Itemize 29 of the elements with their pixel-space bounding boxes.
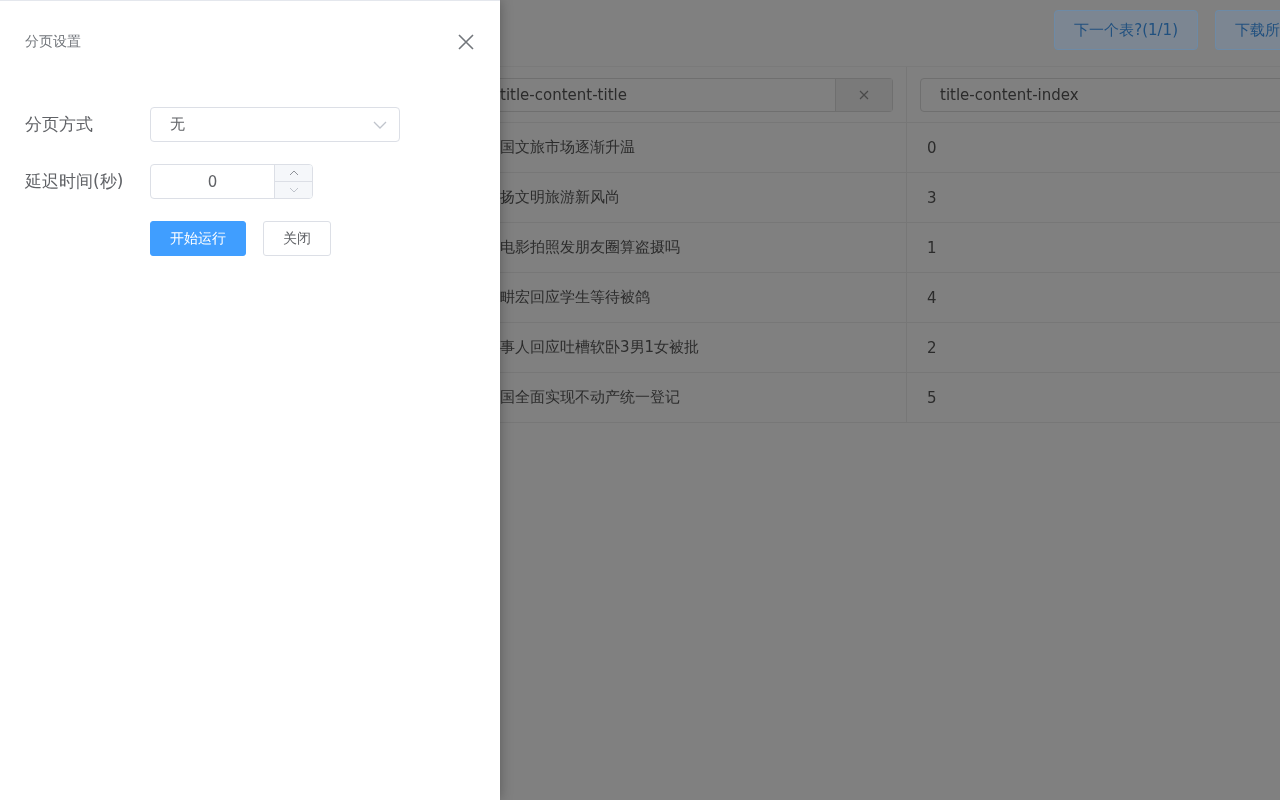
run-button[interactable]: 开始运行 xyxy=(150,221,246,256)
chevron-down-icon xyxy=(288,187,299,193)
column-input[interactable]: title-content-title xyxy=(500,77,893,112)
table-cell: 电影拍照发朋友圈算盗摄吗 xyxy=(500,223,906,273)
table-cell: 2 xyxy=(906,323,1280,373)
field-label: 分页方式 xyxy=(25,113,94,136)
select-field[interactable]: 无 xyxy=(150,107,400,142)
table-cell: 国文旅市场逐渐升温 xyxy=(500,123,906,173)
clear-button[interactable] xyxy=(835,78,892,111)
drawer-title: 分页设置 xyxy=(25,33,81,51)
table-cell: 0 xyxy=(906,123,1280,173)
close-icon xyxy=(859,89,869,100)
table-cell: 扬文明旅游新风尚 xyxy=(500,173,906,223)
toolbar-button[interactable]: 下载所 xyxy=(1215,10,1280,50)
chevron-down-icon xyxy=(373,120,387,129)
chevron-up-icon xyxy=(288,170,299,176)
table-cell: 3 xyxy=(906,173,1280,223)
number-input[interactable]: 0 xyxy=(150,164,313,199)
table-cell: 国全面实现不动产统一登记 xyxy=(500,373,906,423)
column-input[interactable]: title-content-index xyxy=(920,77,1280,112)
table-cell: 5 xyxy=(906,373,1280,423)
toolbar-button[interactable]: 下一个表?(1/1) xyxy=(1054,10,1198,50)
table-cell: 1 xyxy=(906,223,1280,273)
table-cell: 畊宏回应学生等待被鸽 xyxy=(500,273,906,323)
field-label: 延迟时间(秒) xyxy=(25,170,125,193)
table-cell: 4 xyxy=(906,273,1280,323)
close-button[interactable] xyxy=(456,32,476,52)
table-cell: 事人回应吐槽软卧3男1女被批 xyxy=(500,323,906,373)
close-text-button[interactable]: 关闭 xyxy=(263,221,331,256)
